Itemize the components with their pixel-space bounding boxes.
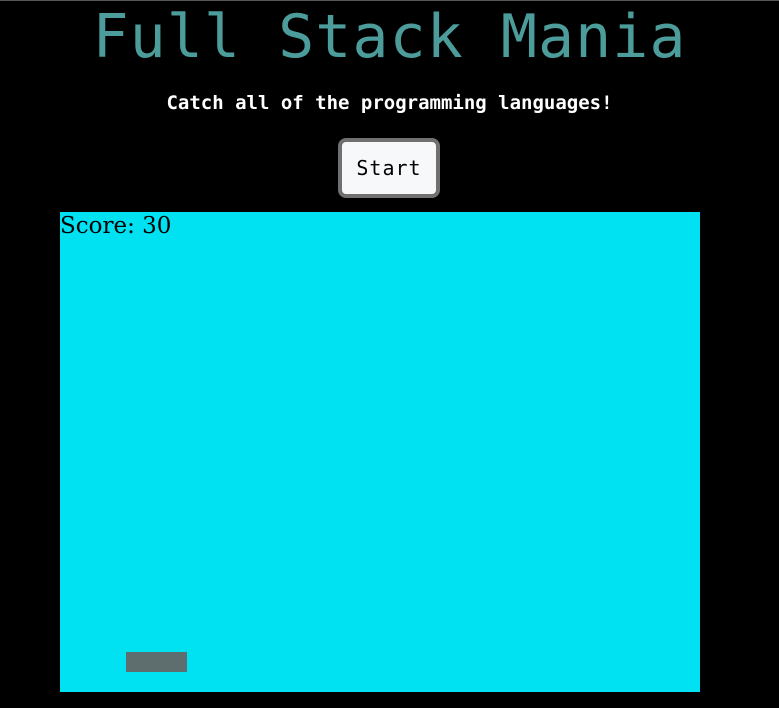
game-title: Full Stack Mania: [92, 2, 687, 72]
player-paddle[interactable]: [126, 652, 187, 672]
score-display: Score: 30: [60, 212, 171, 240]
score-label: Score:: [60, 213, 143, 239]
start-button[interactable]: Start: [338, 138, 440, 198]
game-canvas[interactable]: Score: 30: [60, 212, 700, 692]
game-subtitle: Catch all of the programming languages!: [166, 92, 613, 114]
score-value: 30: [142, 213, 172, 239]
